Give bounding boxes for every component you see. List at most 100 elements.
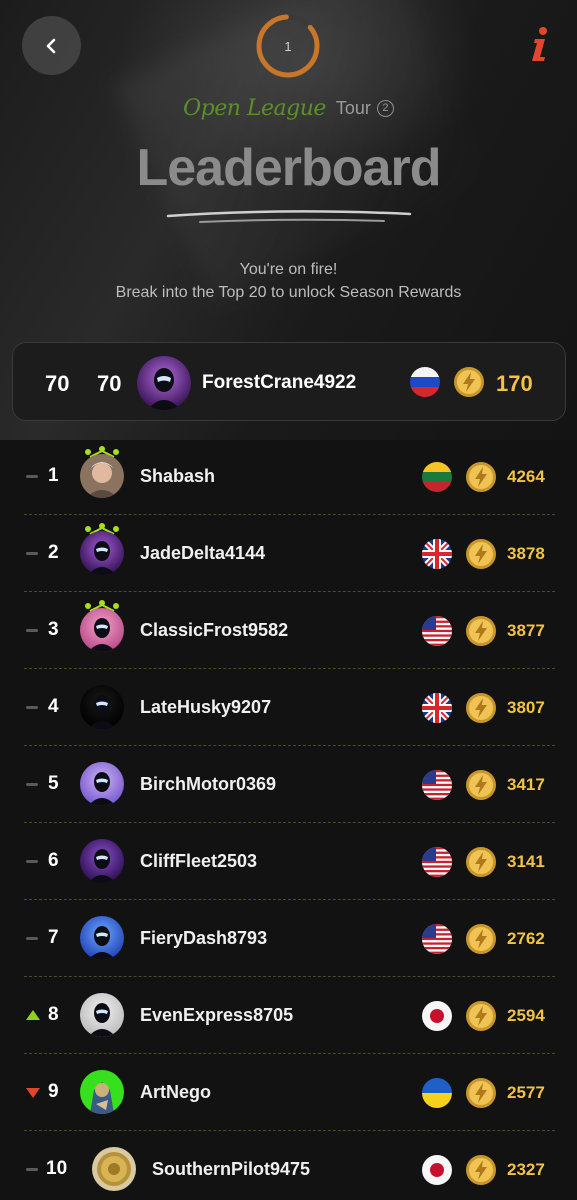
japan-flag-icon	[422, 1001, 452, 1031]
avatar	[80, 608, 124, 652]
avatar	[92, 1147, 136, 1191]
player-name: ArtNego	[140, 1082, 211, 1102]
usa-flag-icon	[422, 924, 452, 954]
usa-flag-icon	[422, 847, 452, 877]
player-rank: 2	[48, 542, 59, 563]
player-score: 2762	[507, 929, 545, 948]
trend-same-icon	[26, 783, 38, 786]
coin-icon	[466, 462, 496, 492]
player-rank: 7	[48, 927, 59, 948]
leaderboard-row[interactable]: 3 ClassicFrost9582 3877	[24, 592, 555, 669]
player-score: 3807	[507, 698, 545, 717]
player-name: EvenExpress8705	[140, 1005, 294, 1025]
avatar	[80, 1070, 124, 1114]
player-score: 2594	[507, 1006, 545, 1025]
leaderboard-row[interactable]: 5 BirchMotor0369 3417	[24, 746, 555, 823]
player-score: 3417	[507, 775, 545, 794]
my-rank-current: 70	[97, 371, 122, 396]
page-title: Leaderboard	[136, 139, 442, 197]
usa-flag-icon	[422, 770, 452, 800]
player-score: 4264	[507, 467, 545, 486]
avatar	[137, 356, 191, 410]
leaderboard-row[interactable]: 7 FieryDash8793 2762	[24, 900, 555, 977]
league-name: Open League	[183, 95, 326, 121]
player-score: 3141	[507, 852, 545, 871]
coin-icon	[466, 1001, 496, 1031]
avatar	[80, 531, 124, 575]
usa-flag-icon	[422, 616, 452, 646]
tour-label: Tour	[335, 97, 371, 118]
coin-icon	[466, 539, 496, 569]
trend-same-icon	[26, 706, 38, 709]
leaderboard-row[interactable]: 10 SouthernPilot9475 2327	[24, 1131, 555, 1200]
trend-same-icon	[26, 475, 38, 478]
japan-flag-icon	[422, 1155, 452, 1185]
leaderboard-row[interactable]: 9 ArtNego 2577	[24, 1054, 555, 1131]
leaderboard-row[interactable]: 1 Shabash 4264	[24, 438, 555, 515]
player-name: FieryDash8793	[140, 928, 268, 948]
leaderboard-row[interactable]: 2 JadeDelta4144 3878	[24, 515, 555, 592]
chevron-left-icon	[46, 38, 55, 53]
motivation-message: You're on fire! Break into the Top 20 to…	[100, 258, 477, 304]
leaderboard-row[interactable]: 4 LateHusky9207 3807	[24, 669, 555, 746]
player-score: 2577	[507, 1083, 545, 1102]
avatar	[80, 454, 124, 498]
coin-icon	[454, 367, 484, 397]
coin-icon	[466, 1155, 496, 1185]
tour-number: 1	[284, 38, 292, 54]
trend-same-icon	[26, 552, 38, 555]
info-button[interactable]	[520, 22, 560, 66]
info-icon	[532, 27, 547, 61]
player-rank: 4	[48, 696, 59, 717]
coin-icon	[466, 770, 496, 800]
player-rank: 1	[48, 465, 59, 486]
coin-icon	[466, 693, 496, 723]
uk-flag-icon	[422, 693, 452, 723]
my-rank-previous: 70	[45, 371, 70, 396]
back-button[interactable]	[22, 16, 81, 75]
my-username: ForestCrane4922	[202, 372, 357, 393]
avatar	[80, 916, 124, 960]
trend-same-icon	[26, 937, 38, 940]
player-score: 2327	[507, 1160, 545, 1179]
trend-same-icon	[26, 629, 38, 632]
avatar	[80, 993, 124, 1037]
player-rank: 5	[48, 773, 59, 794]
tour-badge[interactable]: 2	[376, 99, 394, 117]
trend-down-icon	[26, 1088, 40, 1098]
player-rank: 6	[48, 850, 59, 871]
leaderboard-list: 1 Shabash 4264 2 JadeDelta4144 3878 3 ClassicFr…	[0, 438, 577, 1200]
player-name: CliffFleet2503	[140, 851, 258, 871]
title-underline-icon	[166, 210, 412, 223]
uk-flag-icon	[422, 539, 452, 569]
player-name: BirchMotor0369	[140, 774, 277, 794]
player-name: SouthernPilot9475	[152, 1159, 311, 1179]
message-line-1: You're on fire!	[239, 261, 338, 278]
player-score: 3878	[507, 544, 545, 563]
trend-up-icon	[26, 1010, 40, 1020]
league-header: Open League Tour 2	[0, 90, 577, 126]
player-score: 3877	[507, 621, 545, 640]
leaderboard-row[interactable]: 8 EvenExpress8705 2594	[24, 977, 555, 1054]
avatar	[80, 685, 124, 729]
russia-flag-icon	[410, 367, 440, 397]
coin-icon	[466, 847, 496, 877]
avatar	[80, 839, 124, 883]
player-rank: 8	[48, 1004, 59, 1025]
avatar	[80, 762, 124, 806]
player-rank: 9	[48, 1081, 59, 1102]
my-rank-card[interactable]: 70 70 ForestCrane4922 170	[12, 342, 566, 421]
coin-icon	[466, 1078, 496, 1108]
player-rank: 3	[48, 619, 59, 640]
player-name: LateHusky9207	[140, 697, 272, 717]
player-name: JadeDelta4144	[140, 543, 266, 563]
lithuania-flag-icon	[422, 462, 452, 492]
ukraine-flag-icon	[422, 1078, 452, 1108]
coin-icon	[466, 616, 496, 646]
coin-icon	[466, 924, 496, 954]
message-line-2: Break into the Top 20 to unlock Season R…	[115, 284, 462, 301]
player-rank: 10	[46, 1158, 68, 1179]
trend-same-icon	[26, 860, 38, 863]
my-score: 170	[496, 371, 533, 396]
leaderboard-row[interactable]: 6 CliffFleet2503 3141	[24, 823, 555, 900]
